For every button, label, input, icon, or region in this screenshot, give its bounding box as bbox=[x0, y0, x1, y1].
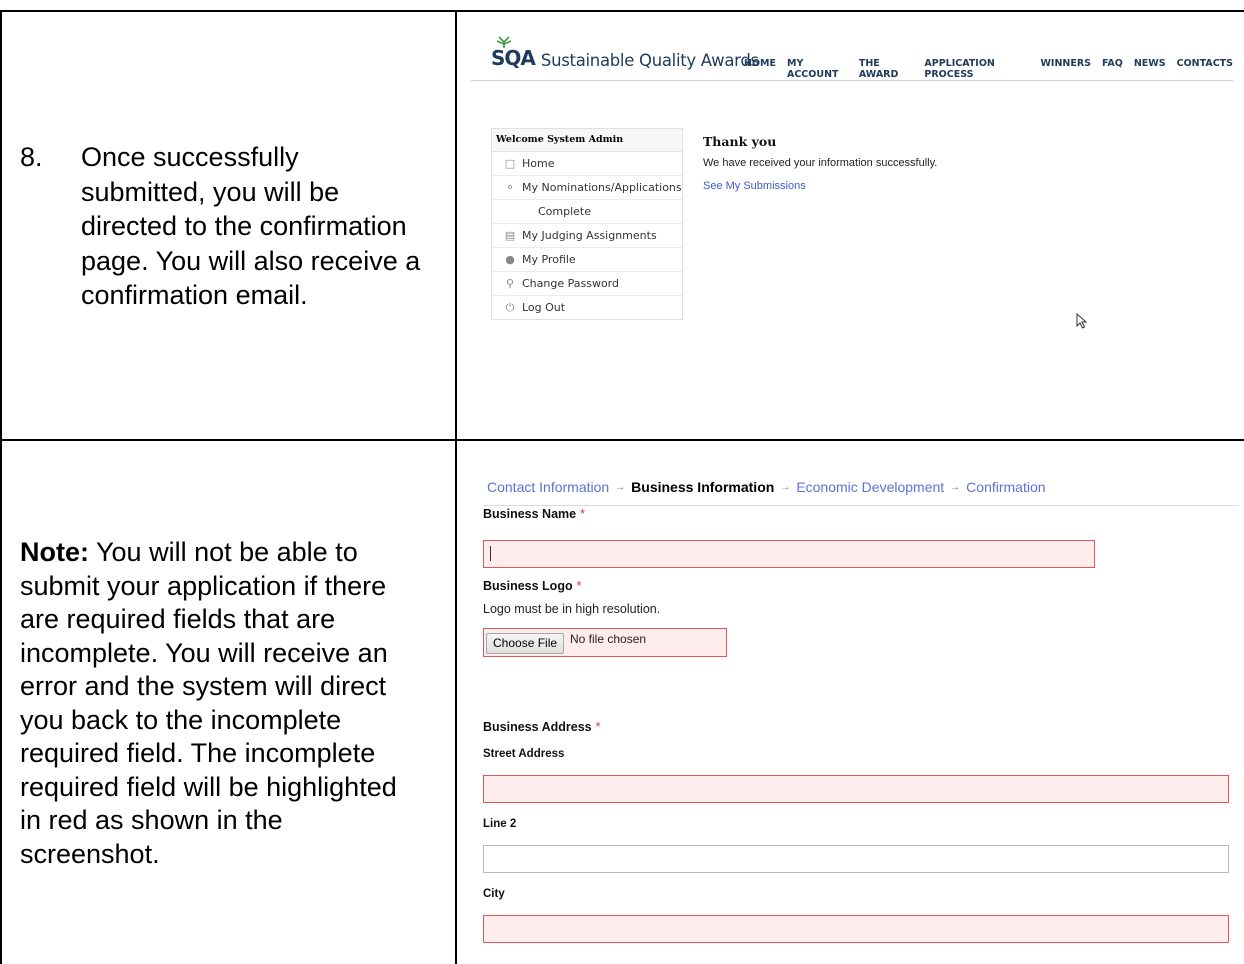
key-icon: ⚲ bbox=[505, 276, 515, 290]
address-line-2-input[interactable] bbox=[483, 845, 1229, 873]
logo-mark-text: SQA bbox=[491, 46, 536, 70]
nav-my-account[interactable]: MY ACCOUNT bbox=[787, 58, 848, 80]
step-line: confirmation email. bbox=[81, 280, 308, 310]
nav-winners[interactable]: WINNERS bbox=[1040, 58, 1091, 80]
note-line: You will not be able to bbox=[89, 537, 358, 567]
sidebar-item-label: Log Out bbox=[522, 301, 566, 314]
breadcrumb-economic-development[interactable]: Economic Development bbox=[796, 479, 944, 495]
step-line: page. You will also receive a bbox=[81, 245, 421, 276]
required-asterisk: * bbox=[580, 507, 585, 521]
table-left-border bbox=[0, 10, 2, 964]
field-label-text: Business Logo bbox=[483, 579, 573, 593]
mouse-pointer-icon bbox=[1076, 313, 1088, 329]
note-first-line: Note: You will not be able to bbox=[20, 536, 445, 570]
field-label-text: Business Address bbox=[483, 720, 592, 734]
table-top-border bbox=[0, 10, 1244, 12]
step-8-instruction: 8. Once successfully submitted, you will… bbox=[20, 140, 440, 313]
file-status: No file chosen bbox=[570, 632, 647, 646]
business-logo-label: Business Logo * bbox=[483, 579, 581, 593]
required-asterisk: * bbox=[595, 720, 601, 734]
note-line: required field will be highlighted bbox=[20, 771, 397, 802]
sidebar-item-label: My Profile bbox=[522, 253, 576, 266]
arrow-right-icon: → bbox=[615, 481, 626, 493]
note-line: submit your application if there bbox=[20, 570, 387, 601]
note-label: Note: bbox=[20, 537, 89, 567]
note-line: screenshot. bbox=[20, 838, 160, 869]
business-name-input[interactable] bbox=[483, 540, 1095, 568]
form-breadcrumb: Contact Information → Business Informati… bbox=[487, 479, 1046, 495]
nav-news[interactable]: NEWS bbox=[1134, 58, 1166, 80]
note-line: you back to the incomplete bbox=[20, 704, 342, 735]
power-icon: ⏻ bbox=[505, 300, 515, 314]
sidebar-item-nominations[interactable]: ⚬ My Nominations/Applications bbox=[492, 176, 682, 200]
leaf-icon bbox=[496, 36, 512, 48]
arrow-right-icon: → bbox=[950, 481, 961, 493]
line-2-label: Line 2 bbox=[483, 818, 517, 830]
step-line: Once successfully bbox=[81, 142, 299, 172]
note-paragraph: Note: You will not be able to submit you… bbox=[20, 536, 445, 871]
site-header: SQA Sustainable Quality Awards HOME MY A… bbox=[471, 36, 1233, 81]
business-name-label: Business Name * bbox=[483, 507, 585, 521]
logo-text: Sustainable Quality Awards bbox=[540, 51, 759, 70]
nav-faq[interactable]: FAQ bbox=[1102, 58, 1123, 80]
field-label-text: Business Name bbox=[483, 507, 577, 521]
breadcrumb-divider bbox=[483, 505, 1239, 506]
sidebar-item-judging[interactable]: ▤ My Judging Assignments bbox=[492, 224, 682, 248]
choose-file-button[interactable]: Choose File bbox=[486, 633, 565, 654]
sidebar-item-complete[interactable]: Complete bbox=[492, 200, 682, 224]
confirmation-title: Thank you bbox=[703, 134, 777, 149]
table-column-divider bbox=[455, 10, 457, 964]
sidebar-item-label: My Judging Assignments bbox=[522, 229, 657, 242]
nav-home[interactable]: HOME bbox=[744, 58, 776, 80]
note-line: error and the system will direct bbox=[20, 671, 387, 701]
site-logo[interactable]: SQA Sustainable Quality Awards bbox=[491, 36, 759, 70]
breadcrumb-business-information: Business Information bbox=[631, 479, 775, 495]
note-line: incomplete. You will receive an bbox=[20, 637, 388, 668]
street-address-label: Street Address bbox=[483, 748, 565, 760]
nav-the-award[interactable]: THE AWARD bbox=[859, 58, 914, 80]
table-row-divider bbox=[0, 439, 1244, 441]
sidebar-item-label: My Nominations/Applications bbox=[522, 181, 682, 194]
note-line: in red as shown in the bbox=[20, 805, 283, 835]
note-line: are required fields that are bbox=[20, 604, 336, 634]
sidebar-welcome: Welcome System Admin bbox=[492, 129, 682, 152]
account-sidebar: Welcome System Admin □ Home ⚬ My Nominat… bbox=[491, 128, 683, 320]
sidebar-item-label: Home bbox=[522, 157, 555, 170]
see-submissions-link[interactable]: See My Submissions bbox=[703, 180, 806, 192]
user-icon: ● bbox=[505, 252, 515, 266]
logo-hint: Logo must be in high resolution. bbox=[483, 602, 661, 616]
city-input[interactable] bbox=[483, 915, 1229, 943]
nav-application-process[interactable]: APPLICATION PROCESS bbox=[924, 58, 1029, 80]
street-address-input[interactable] bbox=[483, 775, 1229, 803]
nav-contacts[interactable]: CONTACTS bbox=[1177, 58, 1233, 80]
clipboard-icon: ▤ bbox=[504, 228, 516, 242]
step-line: submitted, you will be bbox=[81, 176, 340, 207]
required-asterisk: * bbox=[576, 579, 582, 593]
sidebar-item-change-password[interactable]: ⚲ Change Password bbox=[492, 272, 682, 296]
step-number: 8. bbox=[20, 142, 43, 172]
top-nav: HOME MY ACCOUNT THE AWARD APPLICATION PR… bbox=[744, 58, 1233, 80]
logo-mark: SQA bbox=[491, 36, 536, 70]
sidebar-item-label: Complete bbox=[538, 205, 592, 218]
sidebar-item-home[interactable]: □ Home bbox=[492, 152, 682, 176]
confirmation-message: We have received your information succes… bbox=[703, 157, 938, 169]
note-line: required field. The incomplete bbox=[20, 738, 376, 768]
city-label: City bbox=[483, 888, 505, 900]
sidebar-item-label: Change Password bbox=[522, 277, 619, 290]
business-address-label: Business Address * bbox=[483, 720, 600, 734]
text-caret bbox=[490, 546, 491, 561]
step-line: directed to the confirmation bbox=[81, 211, 407, 241]
sidebar-item-logout[interactable]: ⏻ Log Out bbox=[492, 296, 682, 319]
arrow-right-icon: → bbox=[780, 481, 791, 493]
nominations-icon: ⚬ bbox=[505, 180, 515, 194]
home-icon: □ bbox=[504, 156, 516, 170]
breadcrumb-contact-information[interactable]: Contact Information bbox=[487, 479, 609, 495]
business-logo-file-input[interactable]: Choose File No file chosen bbox=[483, 628, 727, 657]
sidebar-item-profile[interactable]: ● My Profile bbox=[492, 248, 682, 272]
breadcrumb-confirmation[interactable]: Confirmation bbox=[966, 479, 1045, 495]
